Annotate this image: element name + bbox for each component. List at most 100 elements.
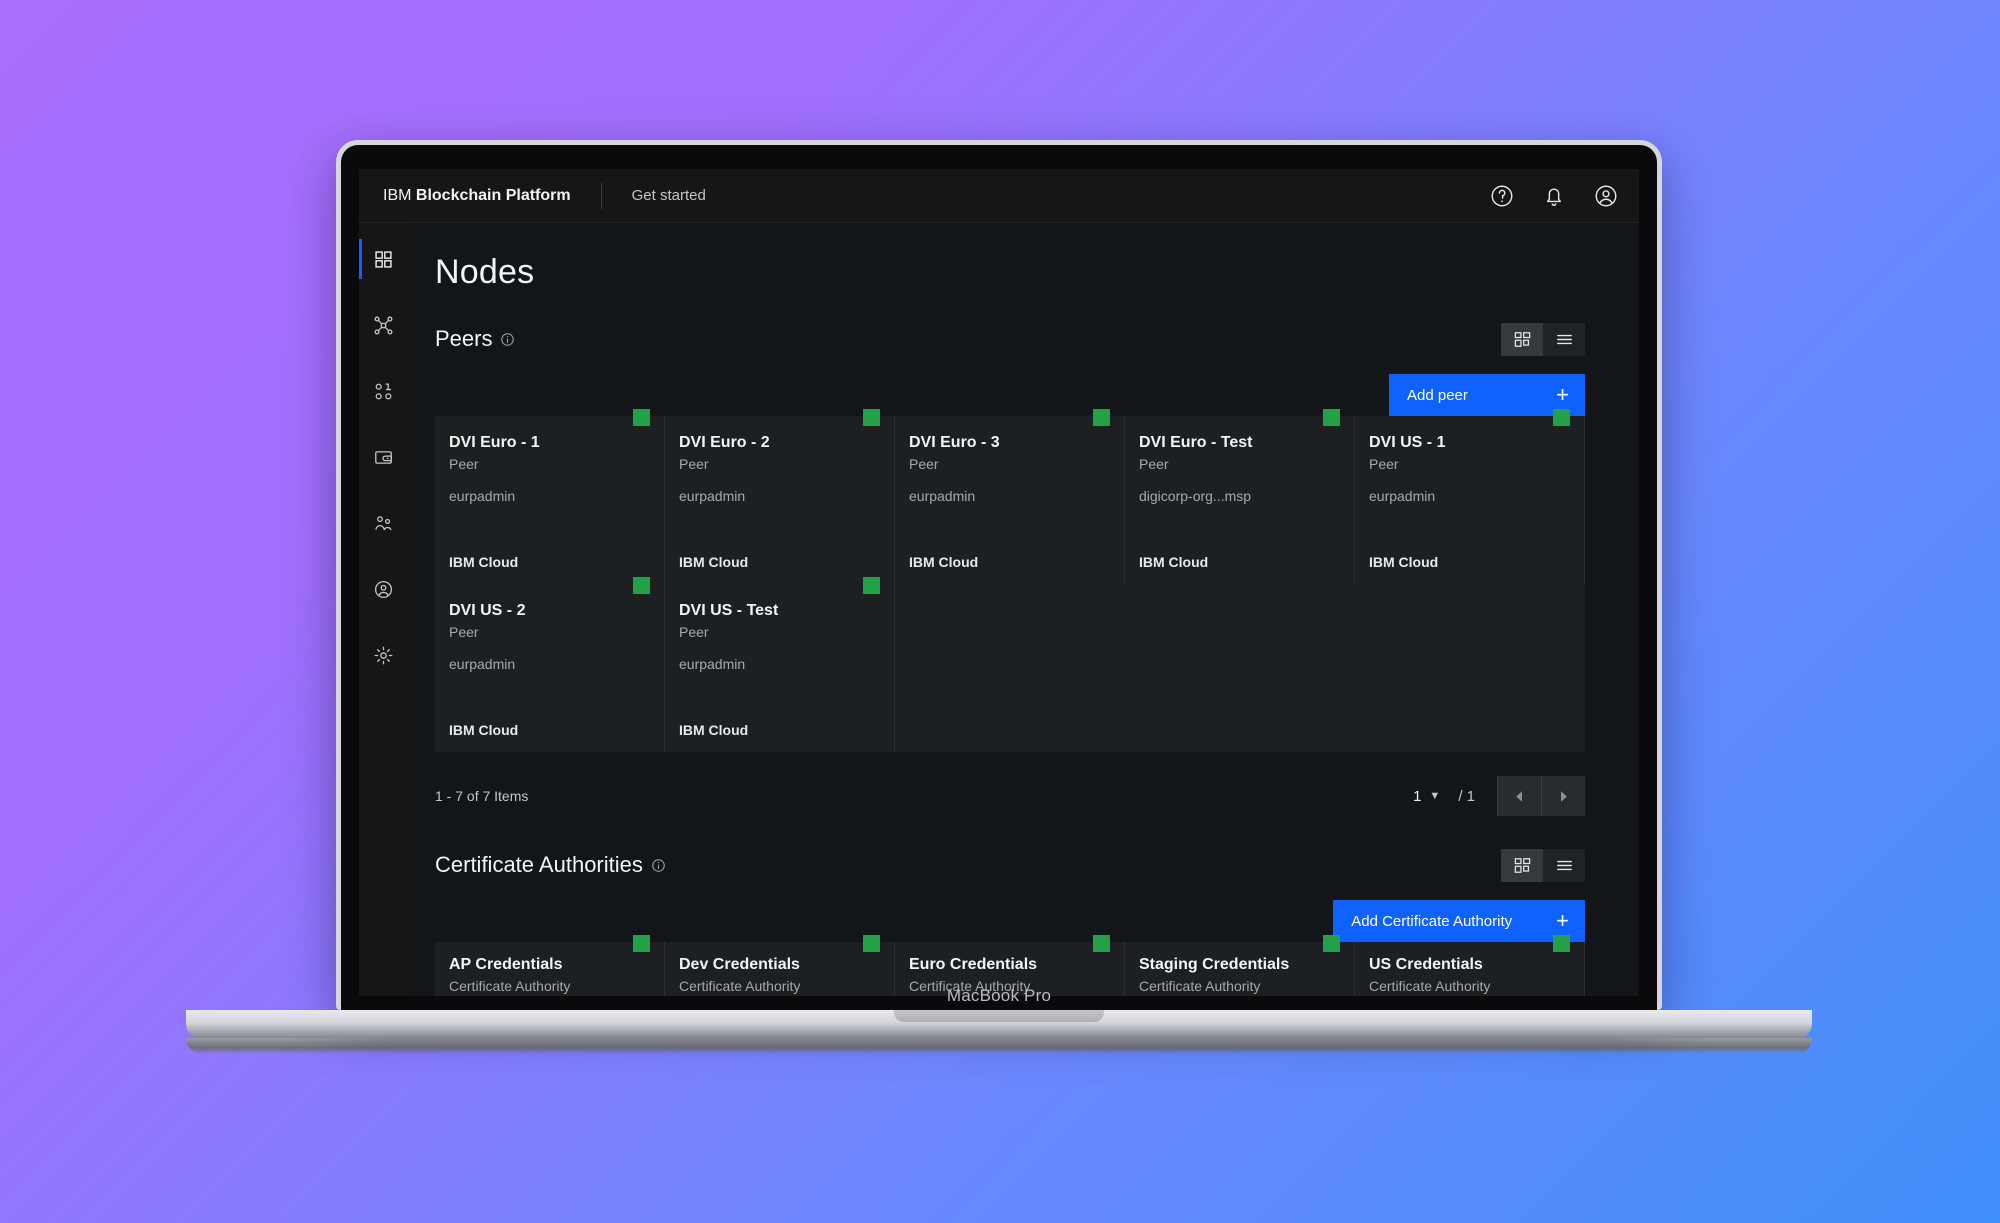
peer-card[interactable]: DVI US - Test Peer eurpadmin IBM Cloud: [665, 577, 895, 752]
sidebar-item-channels[interactable]: [359, 369, 407, 413]
card-subtitle: Peer: [679, 624, 709, 640]
laptop-screen-frame: IBM Blockchain Platform Get started Node…: [336, 140, 1662, 1010]
card-title: US Credentials: [1369, 956, 1483, 973]
help-icon[interactable]: [1489, 183, 1515, 209]
card-title: DVI Euro - 3: [909, 434, 1000, 451]
peers-grid-view-button[interactable]: [1501, 322, 1543, 356]
peers-info-icon[interactable]: [500, 332, 515, 347]
add-peer-label: Add peer: [1407, 386, 1468, 404]
peers-section: Peers Add peer + DVI Euro - 1 Peer eurpa…: [407, 322, 1639, 818]
card-footer: IBM Cloud: [679, 554, 749, 570]
card-msp-id: eurpadmin: [679, 488, 746, 504]
sidebar-item-dashboard[interactable]: [359, 237, 407, 281]
brand-prefix: IBM: [383, 186, 412, 204]
sidebar-item-organizations[interactable]: [359, 501, 407, 545]
card-footer: IBM Cloud: [1369, 554, 1439, 570]
status-indicator: [1553, 409, 1570, 426]
card-msp-id: eurpadmin: [909, 488, 976, 504]
plus-icon: +: [1556, 382, 1569, 407]
plus-icon: +: [1556, 908, 1569, 933]
sidebar-item-smart-contracts[interactable]: [359, 435, 407, 479]
card-msp-id: digicorp-org...msp: [1139, 488, 1252, 504]
card-footer: IBM Cloud: [679, 722, 749, 738]
card-title: DVI Euro - 2: [679, 434, 770, 451]
chevron-down-icon: ▼: [1429, 790, 1441, 802]
status-indicator: [633, 577, 650, 594]
top-navigation-bar: IBM Blockchain Platform Get started: [359, 169, 1639, 223]
peers-view-toggle: [1501, 322, 1585, 356]
notifications-icon[interactable]: [1541, 183, 1567, 209]
channels-icon: [373, 381, 394, 402]
card-footer: IBM Cloud: [1139, 554, 1209, 570]
peers-pagination: 1 - 7 of 7 Items 1 ▼ / 1: [435, 774, 1585, 818]
people-icon: [373, 513, 394, 534]
card-title: DVI Euro - 1: [449, 434, 540, 451]
card-subtitle: Peer: [449, 456, 479, 472]
card-footer: IBM Cloud: [449, 554, 519, 570]
status-indicator: [1323, 935, 1340, 952]
peer-card[interactable]: DVI US - 2 Peer eurpadmin IBM Cloud: [435, 577, 665, 752]
laptop-base-shadow: [186, 1038, 1812, 1054]
card-subtitle: Peer: [679, 456, 709, 472]
peer-card[interactable]: DVI Euro - 3 Peer eurpadmin IBM Cloud: [895, 409, 1125, 584]
ca-grid-view-button[interactable]: [1501, 848, 1543, 882]
peer-card[interactable]: DVI Euro - 2 Peer eurpadmin IBM Cloud: [665, 409, 895, 584]
application-window: IBM Blockchain Platform Get started Node…: [359, 169, 1639, 996]
card-title: Staging Credentials: [1139, 956, 1290, 973]
app-body: Nodes Peers Add peer + DVI Euro - 1 Peer…: [359, 223, 1639, 996]
peer-card[interactable]: DVI Euro - 1 Peer eurpadmin IBM Cloud: [435, 409, 665, 584]
card-footer: IBM Cloud: [909, 554, 979, 570]
ca-info-icon[interactable]: [651, 858, 666, 873]
empty-card-slot: [1125, 584, 1355, 752]
peers-page-controls: 1 ▼ / 1: [1413, 776, 1585, 816]
empty-card-slot: [895, 584, 1125, 752]
certificate-authorities-section: Certificate Authorities Add Certificate …: [407, 848, 1639, 996]
add-certificate-authority-button[interactable]: Add Certificate Authority +: [1333, 900, 1585, 942]
card-title: DVI US - 1: [1369, 434, 1446, 451]
grid-icon: [373, 249, 394, 270]
card-title: DVI US - Test: [679, 602, 779, 619]
device-label: MacBook Pro: [946, 986, 1052, 1005]
topbar-actions: [1489, 183, 1619, 209]
wallet-icon: [373, 447, 394, 468]
peer-card[interactable]: DVI US - 1 Peer eurpadmin IBM Cloud: [1355, 409, 1585, 584]
card-msp-id: eurpadmin: [449, 488, 516, 504]
peer-card[interactable]: DVI Euro - Test Peer digicorp-org...msp IBM…: [1125, 409, 1355, 584]
sidebar-item-identities[interactable]: [359, 567, 407, 611]
status-indicator: [1323, 409, 1340, 426]
status-indicator: [1093, 935, 1110, 952]
status-indicator: [633, 409, 650, 426]
laptop-mockup: IBM Blockchain Platform Get started Node…: [186, 140, 1812, 1054]
peers-item-range: 1 - 7 of 7 Items: [435, 788, 529, 804]
app-brand[interactable]: IBM Blockchain Platform: [383, 187, 571, 205]
status-indicator: [1093, 409, 1110, 426]
sidebar-item-nodes[interactable]: [359, 303, 407, 347]
peers-list-view-button[interactable]: [1543, 322, 1585, 356]
peers-page-select[interactable]: 1 ▼: [1413, 788, 1440, 805]
status-indicator: [633, 935, 650, 952]
card-subtitle: Peer: [1369, 456, 1399, 472]
peers-total-pages: / 1: [1458, 787, 1475, 805]
card-title: Euro Credentials: [909, 956, 1038, 973]
peers-section-header: Peers: [435, 322, 1639, 356]
card-subtitle: Peer: [909, 456, 939, 472]
left-navigation-rail: [359, 223, 407, 996]
ca-add-row: Add Certificate Authority +: [435, 900, 1639, 942]
ca-view-toggle: [1501, 848, 1585, 882]
topbar-divider: [600, 182, 602, 209]
card-msp-id: eurpadmin: [1369, 488, 1436, 504]
peers-next-page-button[interactable]: [1541, 776, 1585, 816]
ca-section-header: Certificate Authorities: [435, 848, 1639, 882]
user-account-icon[interactable]: [1593, 183, 1619, 209]
card-title: DVI US - 2: [449, 602, 526, 619]
card-subtitle: Peer: [449, 624, 479, 640]
card-subtitle: Peer: [1139, 456, 1169, 472]
get-started-link[interactable]: Get started: [632, 187, 706, 204]
status-indicator: [863, 577, 880, 594]
ca-list-view-button[interactable]: [1543, 848, 1585, 882]
add-ca-label: Add Certificate Authority: [1351, 912, 1513, 930]
peers-add-row: Add peer +: [435, 374, 1639, 416]
sidebar-item-settings[interactable]: [359, 633, 407, 677]
peers-previous-page-button[interactable]: [1497, 776, 1541, 816]
peers-title: Peers: [435, 326, 493, 351]
